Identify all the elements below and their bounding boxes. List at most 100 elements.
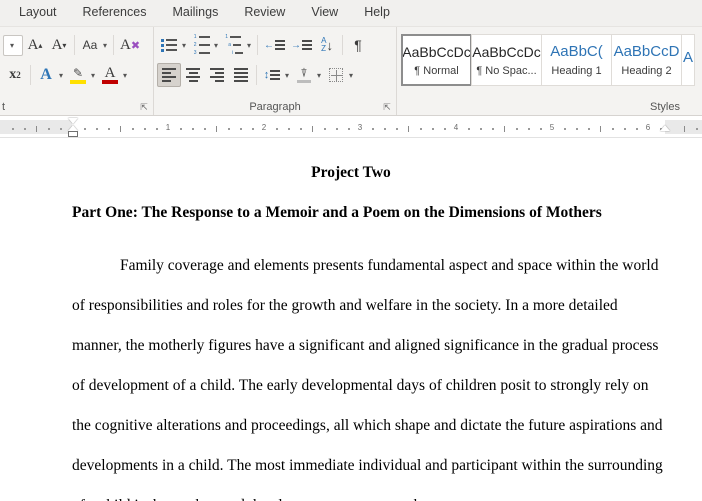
grow-font-button[interactable]: A ▴ (23, 33, 47, 57)
align-right-button[interactable] (205, 63, 229, 87)
tab-review[interactable]: Review (231, 2, 298, 24)
borders-icon (329, 68, 344, 82)
show-formatting-marks-button[interactable]: ¶ (346, 33, 370, 57)
tab-references[interactable]: References (70, 2, 160, 24)
document-title: Project Two (311, 164, 391, 181)
clear-formatting-button[interactable]: A ✖ (117, 33, 143, 57)
align-left-icon (162, 68, 176, 82)
divider (113, 35, 115, 55)
document-content[interactable]: Project Two Part One: The Response to a … (0, 164, 702, 501)
document-paragraph: Family coverage and elements presents fu… (72, 257, 663, 501)
divider (342, 35, 344, 55)
highlight-color-swatch (70, 79, 87, 84)
style-heading-2[interactable]: AaBbCcD Heading 2 (611, 34, 682, 86)
left-indent-marker[interactable] (68, 131, 78, 137)
document-page[interactable]: Project Two Part One: The Response to a … (0, 138, 702, 501)
shading-color-swatch (297, 80, 312, 83)
chevron-down-icon[interactable]: ▾ (181, 41, 189, 50)
borders-button[interactable] (324, 63, 348, 87)
chevron-down-icon[interactable]: ▾ (213, 41, 221, 50)
decrease-indent-icon: ← (264, 40, 286, 51)
change-case-button[interactable]: Aa (78, 33, 102, 57)
align-center-button[interactable] (181, 63, 205, 87)
tab-mailings[interactable]: Mailings (159, 2, 231, 24)
chevron-down-icon[interactable]: ▾ (58, 71, 66, 80)
align-left-button[interactable] (157, 63, 181, 87)
ribbon-group-paragraph: ▾ 1 2 3 ▾ 1 a i ▾ ← → A Z ↓ ¶ ↕ ▾ ⍒ ▾ ▾ … (153, 27, 396, 115)
tab-layout[interactable]: Layout (6, 2, 70, 24)
pilcrow-icon: ¶ (354, 37, 362, 53)
justify-icon (234, 68, 248, 82)
chevron-down-icon[interactable]: ▾ (348, 71, 356, 80)
bullets-button[interactable] (157, 33, 181, 57)
ruler-mark-3: 3 (357, 123, 363, 132)
decrease-indent-button[interactable]: ← (261, 33, 288, 57)
ruler-text-area (72, 120, 665, 134)
line-spacing-button[interactable]: ↕ (260, 63, 284, 87)
numbering-button[interactable]: 1 2 3 (189, 33, 213, 57)
ribbon-group-font: ▾ A ▴ A ▾ Aa ▾ A ✖ x2 A ▾ ✎ ▾ A ▾ t ⇱ (0, 27, 153, 115)
sort-button[interactable]: AZ ↓ (315, 33, 339, 57)
line-spacing-icon: ↕ (264, 69, 281, 81)
style-sample: AaBbCcDc (402, 43, 471, 60)
horizontal-ruler[interactable]: 1 2 3 4 5 6 (0, 116, 702, 138)
style-sample: AaBbCcD (613, 43, 680, 60)
style-normal[interactable]: AaBbCcDc ¶ Normal (401, 34, 472, 86)
ruler-mark-6: 6 (645, 123, 651, 132)
shrink-font-button[interactable]: A ▾ (47, 33, 71, 57)
highlighter-icon: ✎ (72, 65, 84, 80)
left-indent-markers[interactable] (67, 116, 79, 137)
tab-view[interactable]: View (298, 2, 351, 24)
style-no-spacing[interactable]: AaBbCcDc ¶ No Spac... (471, 34, 542, 86)
text-highlight-color-button[interactable]: ✎ (66, 63, 90, 87)
divider (257, 35, 259, 55)
right-indent-marker[interactable] (660, 125, 670, 131)
font-color-button[interactable]: A (98, 63, 122, 87)
font-size-dropdown[interactable]: ▾ (3, 34, 23, 56)
style-sample: A (682, 49, 693, 66)
paragraph-group-row-1: ▾ 1 2 3 ▾ 1 a i ▾ ← → A Z ↓ ¶ (154, 30, 396, 60)
word-document-window: Layout References Mailings Review View H… (0, 0, 702, 501)
styles-gallery: AaBbCcDc ¶ Normal AaBbCcDc ¶ No Spac... … (397, 30, 702, 86)
first-line-indent-marker[interactable] (68, 118, 78, 124)
increase-indent-icon: → (291, 40, 313, 51)
style-name: ¶ No Spac... (476, 64, 537, 77)
bullet-list-icon (161, 38, 177, 52)
style-heading-1[interactable]: AaBbC( Heading 1 (541, 34, 612, 86)
superscript-button[interactable]: x2 (3, 63, 27, 87)
paragraph-group-row-2: ↕ ▾ ⍒ ▾ ▾ (154, 60, 396, 90)
chevron-down-icon[interactable]: ▾ (316, 71, 324, 80)
multilevel-list-icon: 1 a i (224, 34, 244, 56)
tab-help[interactable]: Help (351, 2, 403, 24)
divider (256, 65, 257, 85)
justify-button[interactable] (229, 63, 253, 87)
text-effects-button[interactable]: A (34, 63, 58, 87)
ribbon-body: ▾ A ▴ A ▾ Aa ▾ A ✖ x2 A ▾ ✎ ▾ A ▾ t ⇱ ▾ … (0, 27, 702, 116)
chevron-down-icon[interactable]: ▾ (122, 71, 130, 80)
chevron-down-icon[interactable]: ▾ (90, 71, 98, 80)
style-sample: AaBbC( (550, 43, 603, 60)
align-right-icon (210, 68, 224, 82)
multilevel-list-button[interactable]: 1 a i (221, 33, 246, 57)
chevron-down-icon[interactable]: ▾ (284, 71, 292, 80)
ruler-mark-1: 1 (165, 123, 171, 132)
paragraph-dialog-launcher[interactable]: ⇱ (382, 102, 392, 112)
style-next-partial[interactable]: A (681, 34, 695, 86)
chevron-down-icon[interactable]: ▾ (102, 41, 110, 50)
style-sample: AaBbCcDc (472, 43, 541, 60)
styles-group-label: Styles (650, 101, 680, 113)
font-color-swatch (102, 79, 119, 84)
style-name: Heading 1 (551, 65, 602, 77)
increase-indent-button[interactable]: → (288, 33, 315, 57)
chevron-down-icon[interactable]: ▾ (246, 41, 254, 50)
ribbon-tab-strip: Layout References Mailings Review View H… (0, 0, 702, 27)
sort-az-icon: AZ ↓ (321, 36, 333, 53)
ruler-mark-2: 2 (261, 123, 267, 132)
divider (74, 35, 75, 55)
font-dialog-launcher[interactable]: ⇱ (139, 102, 149, 112)
style-name: Heading 2 (621, 65, 672, 77)
shading-button[interactable]: ⍒ (292, 63, 316, 87)
ribbon-group-styles: AaBbCcDc ¶ Normal AaBbCcDc ¶ No Spac... … (396, 27, 702, 115)
font-group-label: t (2, 101, 6, 113)
align-center-icon (186, 68, 200, 82)
